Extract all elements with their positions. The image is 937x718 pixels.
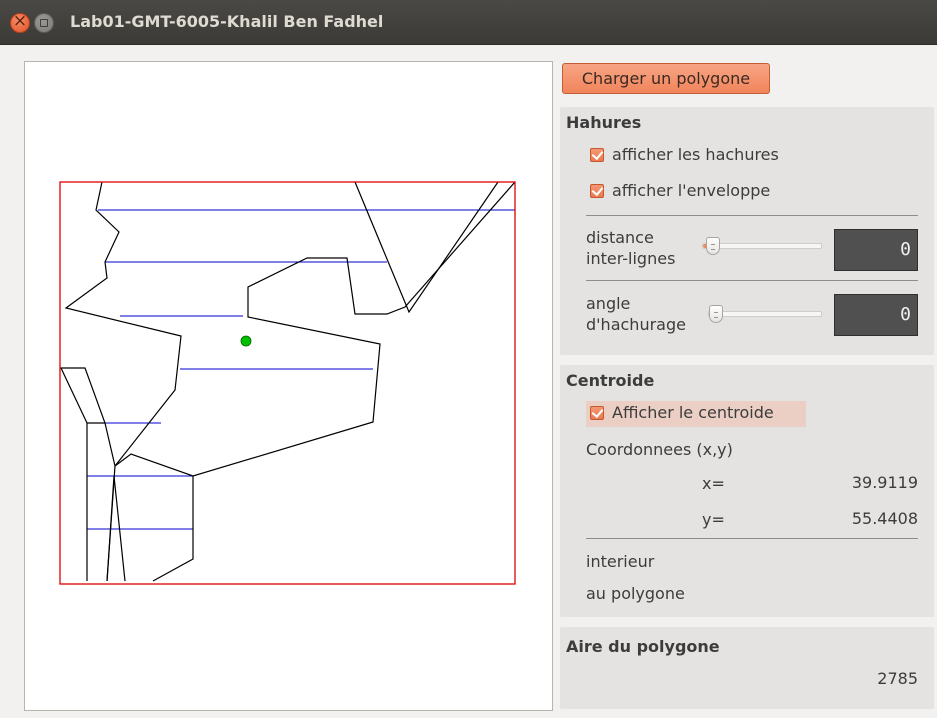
angle-lcd-display: 0 [834,294,918,336]
distance-lcd-display: 0 [834,229,918,271]
x-value: 39.9119 [851,473,918,492]
distance-slider-handle[interactable] [706,237,720,255]
drawing-canvas[interactable] [24,61,553,711]
load-polygon-button[interactable]: Charger un polygone [562,63,770,94]
centroid-title: Centroide [566,371,655,390]
separator [586,538,918,539]
separator [586,280,918,281]
angle-label: angle d'hachurage [586,294,686,334]
polygon-outline [60,181,516,582]
distance-label: distance inter-lignes [586,228,676,268]
centroid-status-line1: interieur [586,552,655,571]
x-label: x= [702,474,725,493]
angle-slider[interactable] [708,311,822,317]
hatches-title: Hahures [566,113,642,132]
area-value: 2785 [877,669,918,688]
close-icon[interactable] [10,11,30,33]
title-bar: Lab01-GMT-6005-Khalil Ben Fadhel [0,0,937,45]
distance-slider[interactable] [702,243,822,249]
separator [586,215,918,216]
envelope-rectangle [59,181,516,585]
area-title: Aire du polygone [566,637,720,656]
show-centroid-checkbox[interactable]: Afficher le centroide [586,401,806,427]
area-group: Aire du polygone 2785 [560,627,934,709]
show-envelope-checkbox[interactable]: afficher l'enveloppe [590,179,820,205]
polygon-drawing [59,181,516,585]
checkbox-checked-icon[interactable] [590,148,604,162]
angle-slider-handle[interactable] [709,305,723,323]
centroid-group: Centroide Afficher le centroide Coordonn… [560,365,934,617]
window-title: Lab01-GMT-6005-Khalil Ben Fadhel [70,12,384,31]
y-value: 55.4408 [851,509,918,528]
y-label: y= [702,510,725,529]
show-hatches-checkbox[interactable]: afficher les hachures [590,143,820,169]
hatch-lines [87,209,515,530]
centroid-status-line2: au polygone [586,584,685,603]
hatches-group: Hahures afficher les hachures afficher l… [560,107,934,355]
checkbox-checked-icon[interactable] [590,184,604,198]
coords-label: Coordonnees (x,y) [586,440,733,459]
minimize-icon[interactable] [34,13,54,33]
checkbox-checked-icon[interactable] [590,406,604,420]
centroid-point [240,335,252,347]
